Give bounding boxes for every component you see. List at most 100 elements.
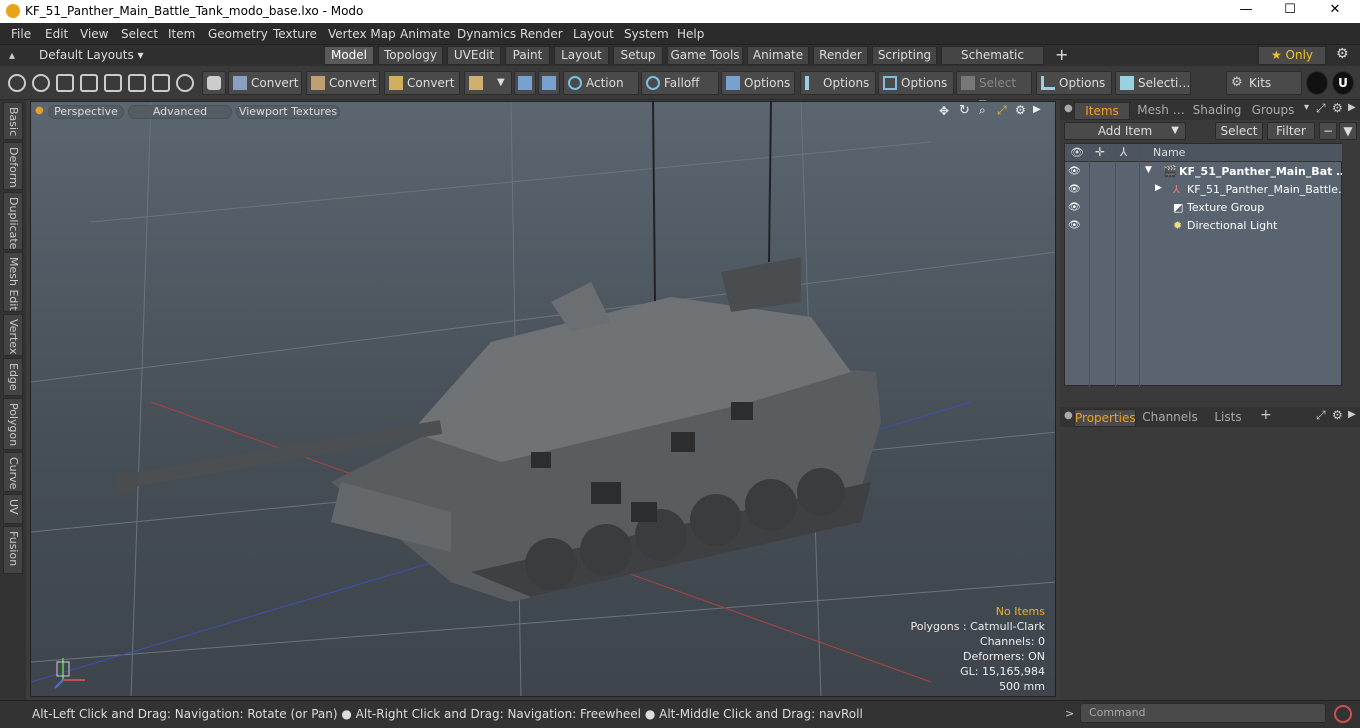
pan-icon[interactable]: ✥ <box>939 104 949 118</box>
convert-button-3[interactable]: Convert <box>384 71 460 95</box>
tab-game-tools[interactable]: Game Tools <box>667 46 743 65</box>
convert-button-1[interactable]: Convert <box>228 71 302 95</box>
menu-texture[interactable]: Texture <box>273 27 317 41</box>
add-tab-icon[interactable]: + <box>1055 45 1068 64</box>
close-button[interactable]: ✕ <box>1320 2 1350 21</box>
viewport-textures-dropdown[interactable]: Viewport Textures <box>236 105 340 119</box>
record-icon[interactable] <box>1334 705 1352 723</box>
tree-row-texture-group[interactable]: 👁 ◩ Texture Group <box>1065 199 1343 217</box>
vtab-mesh-edit[interactable]: Mesh Edit <box>3 252 23 312</box>
maximize-button[interactable]: ☐ <box>1275 2 1305 21</box>
unreal-icon[interactable]: U <box>1332 71 1354 95</box>
zoom-icon[interactable]: ⌕ <box>979 103 986 118</box>
menu-file[interactable]: File <box>11 27 31 41</box>
options-button-2[interactable]: Options <box>800 71 876 95</box>
falloff-button[interactable]: Falloff <box>641 71 719 95</box>
viewport-dot-icon[interactable]: ● <box>35 105 44 116</box>
expand-panel-icon[interactable]: ⤢ <box>1316 101 1326 116</box>
menu-layout[interactable]: Layout <box>573 27 614 41</box>
tree-scrollbar[interactable] <box>1342 143 1356 386</box>
menu-vertex-map[interactable]: Vertex Map <box>328 27 396 41</box>
expand-panel-icon[interactable]: ⤢ <box>1316 408 1326 423</box>
eye-icon[interactable]: 👁 <box>1068 166 1082 178</box>
panel-settings-icon[interactable]: ⚙ <box>1332 408 1343 422</box>
viewport-settings-icon[interactable]: ⚙ <box>1015 103 1026 117</box>
mesh-shade-button[interactable] <box>202 71 226 95</box>
rotate-icon[interactable]: ↻ <box>959 103 970 118</box>
tab-channels[interactable]: Channels <box>1142 409 1198 427</box>
tab-items[interactable]: Items <box>1074 102 1130 120</box>
vtab-fusion[interactable]: Fusion <box>3 526 23 574</box>
menu-item[interactable]: Item <box>168 27 195 41</box>
tab-render[interactable]: Render <box>813 46 868 65</box>
tree-row-directional-light[interactable]: 👁 ✹ Directional Light <box>1065 217 1343 235</box>
workplane-button[interactable] <box>538 71 560 95</box>
panel-settings-icon[interactable]: ⚙ <box>1332 101 1343 115</box>
menu-edit[interactable]: Edit <box>45 27 68 41</box>
layouts-dropdown[interactable]: Default Layouts ▾ <box>39 48 144 62</box>
tab-animate[interactable]: Animate <box>747 46 809 65</box>
tab-model[interactable]: Model <box>324 46 374 65</box>
unity-icon[interactable] <box>1306 71 1328 95</box>
menu-help[interactable]: Help <box>677 27 704 41</box>
collapse-list-icon[interactable]: − <box>1319 122 1337 140</box>
action-center-button[interactable]: Action … <box>563 71 639 112</box>
3d-viewport[interactable]: ● Perspective Advanced Viewport Textures… <box>30 101 1056 697</box>
selection-sets-button[interactable]: Selecti… <box>1115 71 1191 95</box>
minimize-button[interactable]: — <box>1231 2 1261 21</box>
options-button-4[interactable]: Options <box>1036 71 1112 95</box>
menu-view[interactable]: View <box>80 27 108 41</box>
convert-button-2[interactable]: Convert <box>306 71 380 95</box>
options-button-1[interactable]: Options <box>721 71 795 95</box>
menu-geometry[interactable]: Geometry <box>208 27 268 41</box>
only-toggle[interactable]: ★ Only <box>1258 46 1326 65</box>
advanced-dropdown[interactable]: Advanced <box>128 105 232 119</box>
maximize-viewport-icon[interactable]: ⤢ <box>997 103 1007 118</box>
select-button[interactable]: Select <box>1215 122 1263 140</box>
tab-topology[interactable]: Topology <box>378 46 443 65</box>
collapse-icon[interactable]: ▴ <box>9 48 15 62</box>
select-edge-loop-icon[interactable] <box>176 74 194 92</box>
select-pivot-icon[interactable] <box>128 74 146 92</box>
funnel-filter-icon[interactable]: ▼ <box>1339 122 1357 140</box>
tab-shading[interactable]: Shading <box>1192 102 1242 120</box>
vtab-duplicate[interactable]: Duplicate <box>3 192 23 250</box>
menu-render[interactable]: Render <box>520 27 563 41</box>
menu-animate[interactable]: Animate <box>400 27 450 41</box>
tab-setup[interactable]: Setup <box>613 46 663 65</box>
name-col-header[interactable]: Name <box>1153 146 1185 159</box>
tree-row-scene[interactable]: 👁 ▼ 🎬 KF_51_Panther_Main_Bat … <box>1065 163 1347 181</box>
vtab-curve[interactable]: Curve <box>3 452 23 492</box>
tab-menu-arrow-icon[interactable]: ▾ <box>1304 102 1309 113</box>
menu-select[interactable]: Select <box>121 27 158 41</box>
vtab-basic[interactable]: Basic <box>3 102 23 140</box>
vtab-edge[interactable]: Edge <box>3 358 23 396</box>
command-input[interactable]: Command <box>1080 703 1326 723</box>
eye-icon[interactable]: 👁 <box>1068 220 1082 232</box>
perspective-dropdown[interactable]: Perspective <box>48 105 124 119</box>
options-button-3[interactable]: Options <box>878 71 954 95</box>
vtab-deform[interactable]: Deform <box>3 142 23 190</box>
tab-layout[interactable]: Layout <box>554 46 609 65</box>
tab-mesh[interactable]: Mesh … <box>1134 102 1188 120</box>
viewport-menu-arrow-icon[interactable]: ▶ <box>1033 104 1041 115</box>
add-item-dropdown[interactable]: Add Item ▼ <box>1064 122 1186 140</box>
symmetry-button[interactable] <box>514 71 536 95</box>
mesh-type-dropdown[interactable]: ▼ <box>464 71 512 95</box>
tab-schematic-fusion[interactable]: Schematic Fusion <box>941 46 1044 79</box>
panel-arrow-icon[interactable]: ▶ <box>1348 409 1356 420</box>
gear-icon[interactable]: ⚙ <box>1336 46 1349 62</box>
tab-groups[interactable]: Groups <box>1246 102 1300 120</box>
panel-arrow-icon[interactable]: ▶ <box>1348 102 1356 113</box>
select-edges-icon[interactable] <box>32 74 50 92</box>
expand-arrow-icon[interactable]: ▼ <box>1145 165 1152 175</box>
tab-lists[interactable]: Lists <box>1204 409 1252 427</box>
tab-uvedit[interactable]: UVEdit <box>447 46 501 65</box>
select-items-icon[interactable] <box>80 74 98 92</box>
vtab-uv[interactable]: UV <box>3 494 23 524</box>
vtab-polygon[interactable]: Polygon <box>3 398 23 450</box>
select-materials-icon[interactable] <box>104 74 122 92</box>
add-tab-icon[interactable]: + <box>1260 407 1272 423</box>
tab-properties[interactable]: Properties <box>1074 409 1136 427</box>
eye-icon[interactable]: 👁 <box>1068 184 1082 196</box>
